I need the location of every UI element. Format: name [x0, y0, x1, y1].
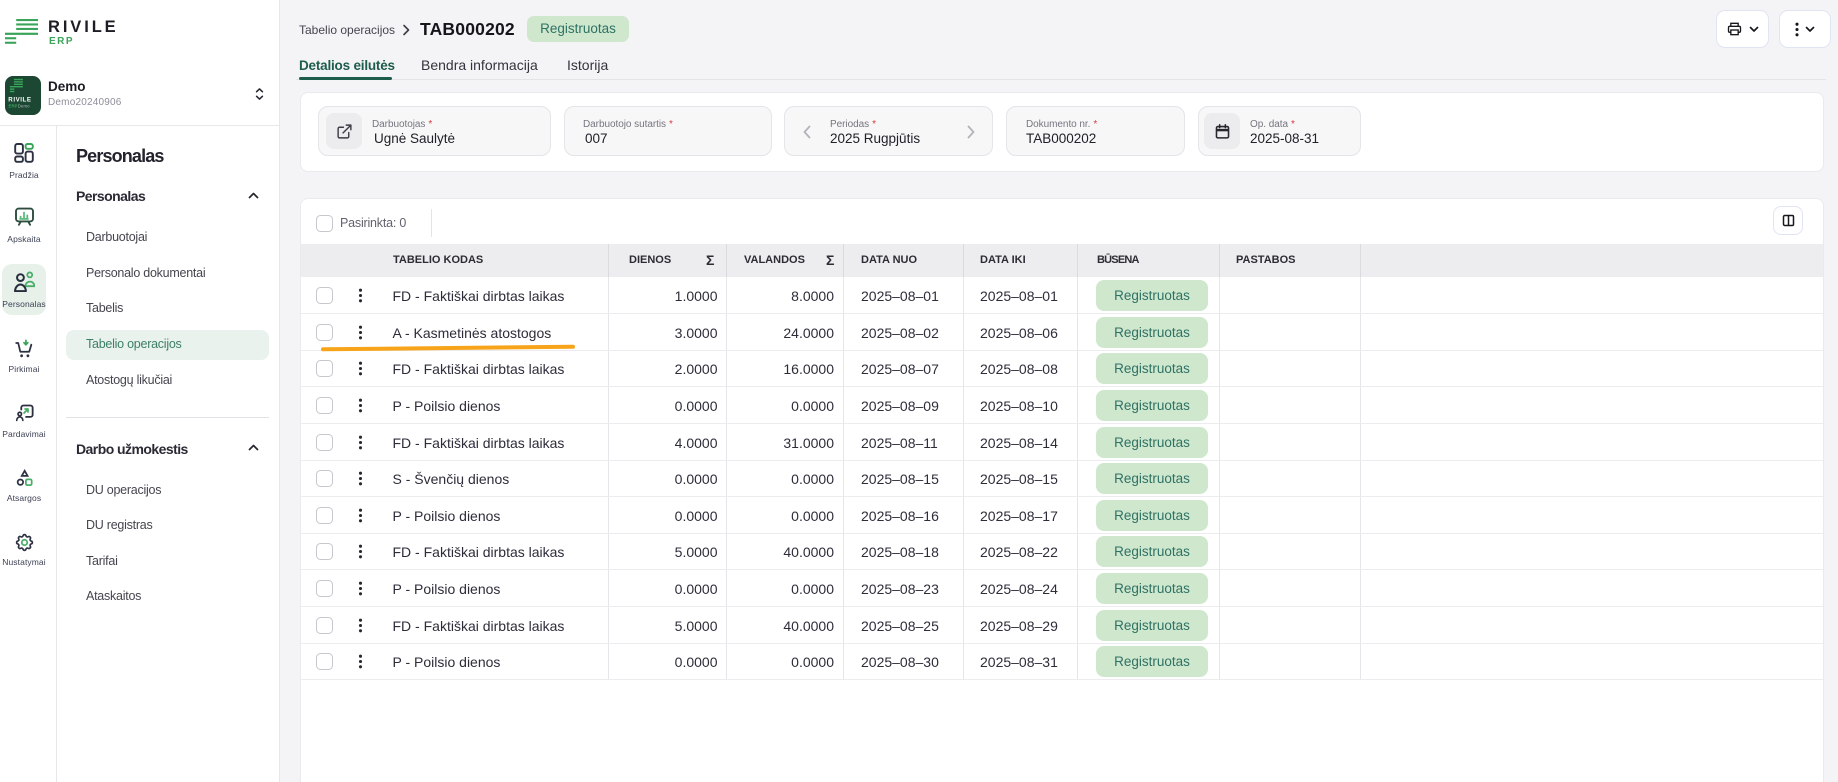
svg-text:RIVILE: RIVILE: [8, 96, 31, 103]
svg-text:ERP: ERP: [9, 103, 18, 108]
svg-text:Demo: Demo: [18, 103, 30, 108]
